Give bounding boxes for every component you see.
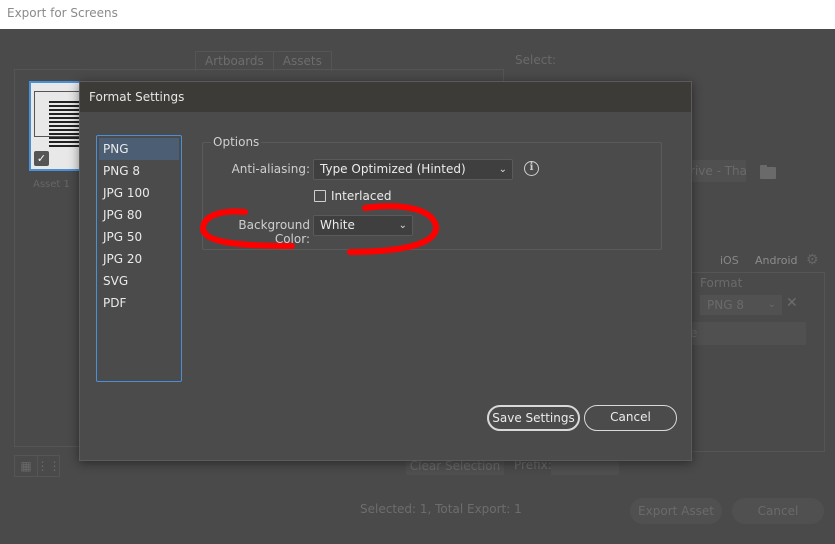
list-view-icon[interactable]: ⋮⋮ xyxy=(37,456,61,476)
export-cancel-button[interactable]: Cancel xyxy=(732,498,824,524)
dialog-title: Format Settings xyxy=(89,90,185,104)
select-label: Select: xyxy=(515,53,557,67)
chevron-down-icon: ⌄ xyxy=(767,299,776,310)
folder-icon[interactable] xyxy=(760,165,776,179)
format-item-jpg-20[interactable]: JPG 20 xyxy=(99,248,179,270)
format-select[interactable]: PNG 8 ⌄ xyxy=(700,295,782,315)
format-item-png-8[interactable]: PNG 8 xyxy=(99,160,179,182)
dialog-header[interactable]: Format Settings xyxy=(80,82,691,112)
format-settings-dialog: Format Settings PNG PNG 8 JPG 100 JPG 80 JPG… xyxy=(79,81,692,461)
format-item-png[interactable]: PNG xyxy=(99,138,179,160)
format-item-pdf[interactable]: PDF xyxy=(99,292,179,314)
format-item-jpg-50[interactable]: JPG 50 xyxy=(99,226,179,248)
format-item-jpg-100[interactable]: JPG 100 xyxy=(99,182,179,204)
platform-ios-link[interactable]: iOS xyxy=(720,254,739,267)
suffix-field[interactable]: e xyxy=(690,322,806,345)
format-column-label: Format xyxy=(700,276,743,290)
options-legend: Options xyxy=(211,135,262,149)
export-path-field[interactable]: rive - Tha xyxy=(690,160,746,182)
asset-label: Asset 1 xyxy=(33,179,70,190)
background-color-label: Background Color: xyxy=(238,218,310,246)
info-icon[interactable]: i xyxy=(524,161,539,176)
background-color-value: White xyxy=(320,218,355,232)
asset-thumbnail[interactable]: ✓ xyxy=(29,81,84,171)
format-select-value: PNG 8 xyxy=(707,298,744,312)
export-asset-button[interactable]: Export Asset xyxy=(630,498,722,524)
cancel-button[interactable]: Cancel xyxy=(584,405,677,431)
gear-icon[interactable]: ⚙ xyxy=(806,252,819,268)
view-toggle: ▦ ⋮⋮ xyxy=(14,455,61,477)
platform-android-link[interactable]: Android xyxy=(755,254,798,267)
format-item-jpg-80[interactable]: JPG 80 xyxy=(99,204,179,226)
grid-view-icon[interactable]: ▦ xyxy=(15,456,37,476)
export-tabs: Artboards Assets xyxy=(195,51,332,71)
format-list[interactable]: PNG PNG 8 JPG 100 JPG 80 JPG 50 JPG 20 SVG PDF xyxy=(96,135,182,382)
window-titlebar: Export for Screens xyxy=(0,0,835,29)
save-settings-button[interactable]: Save Settings xyxy=(487,405,580,431)
background-color-dropdown[interactable]: White ⌄ xyxy=(313,215,413,236)
anti-aliasing-dropdown[interactable]: Type Optimized (Hinted) ⌄ xyxy=(313,159,513,180)
chevron-down-icon: ⌄ xyxy=(398,220,407,231)
asset-checkbox-checked-icon[interactable]: ✓ xyxy=(34,151,49,166)
anti-aliasing-value: Type Optimized (Hinted) xyxy=(320,162,466,176)
anti-aliasing-label: Anti-aliasing: xyxy=(231,162,310,176)
interlaced-label[interactable]: Interlaced xyxy=(331,189,391,203)
preview-text-lines xyxy=(49,101,81,149)
format-item-svg[interactable]: SVG xyxy=(99,270,179,292)
window-title: Export for Screens xyxy=(7,6,118,20)
interlaced-checkbox[interactable] xyxy=(314,190,326,202)
remove-format-close-icon[interactable]: ✕ xyxy=(786,295,798,311)
selection-status: Selected: 1, Total Export: 1 xyxy=(360,502,522,516)
chevron-down-icon: ⌄ xyxy=(498,164,507,175)
